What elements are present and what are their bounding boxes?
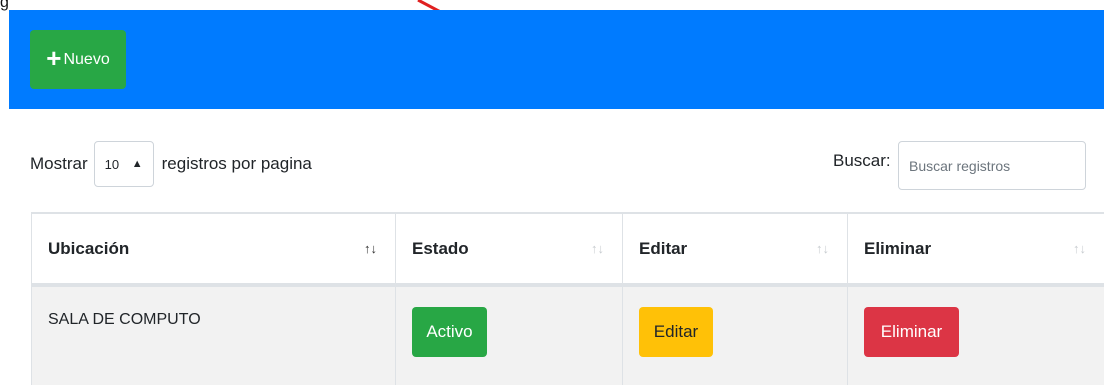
delete-button[interactable]: Eliminar — [864, 307, 959, 357]
cell-estado: Activo — [396, 285, 623, 385]
status-activo-button[interactable]: Activo — [412, 307, 487, 357]
table-header-row: Ubicación ↑↓ Estado ↑↓ Editar ↑↓ Elimina… — [32, 213, 1104, 285]
sort-icon: ↑↓ — [591, 241, 604, 256]
caption-text: g — [0, 0, 9, 10]
new-button[interactable]: + Nuevo — [30, 30, 126, 89]
page-length-value: 10 — [105, 157, 119, 172]
column-header-label: Ubicación — [48, 239, 129, 258]
column-header-label: Editar — [639, 239, 687, 258]
column-header-eliminar[interactable]: Eliminar ↑↓ — [848, 213, 1104, 285]
length-prefix: Mostrar — [30, 154, 88, 174]
search-input[interactable] — [898, 141, 1086, 190]
sort-arrows-icon: ▲︎ — [132, 158, 143, 170]
sort-asc-icon: ↑↓ — [364, 241, 377, 256]
new-button-label: Nuevo — [63, 51, 109, 69]
page-length-select[interactable]: 10 ▲︎ — [94, 141, 154, 187]
search-label: Buscar: — [833, 151, 891, 171]
column-header-label: Estado — [412, 239, 469, 258]
column-header-estado[interactable]: Estado ↑↓ — [396, 213, 623, 285]
edit-button[interactable]: Editar — [639, 307, 713, 357]
column-header-editar[interactable]: Editar ↑↓ — [623, 213, 848, 285]
column-header-label: Eliminar — [864, 239, 931, 258]
length-control: Mostrar 10 ▲︎ registros por pagina — [30, 141, 312, 187]
column-header-ubicacion[interactable]: Ubicación ↑↓ — [32, 213, 396, 285]
length-suffix: registros por pagina — [162, 154, 312, 174]
plus-icon: + — [46, 45, 61, 71]
cell-eliminar: Eliminar — [848, 285, 1104, 385]
sort-icon: ↑↓ — [1073, 241, 1086, 256]
cell-ubicacion: SALA DE COMPUTO — [32, 285, 396, 385]
records-table: Ubicación ↑↓ Estado ↑↓ Editar ↑↓ Elimina… — [31, 212, 1104, 385]
sort-icon: ↑↓ — [816, 241, 829, 256]
cell-editar: Editar — [623, 285, 848, 385]
header-bar: + Nuevo — [9, 10, 1104, 109]
table-row: SALA DE COMPUTO Activo Editar Eliminar — [32, 285, 1104, 385]
